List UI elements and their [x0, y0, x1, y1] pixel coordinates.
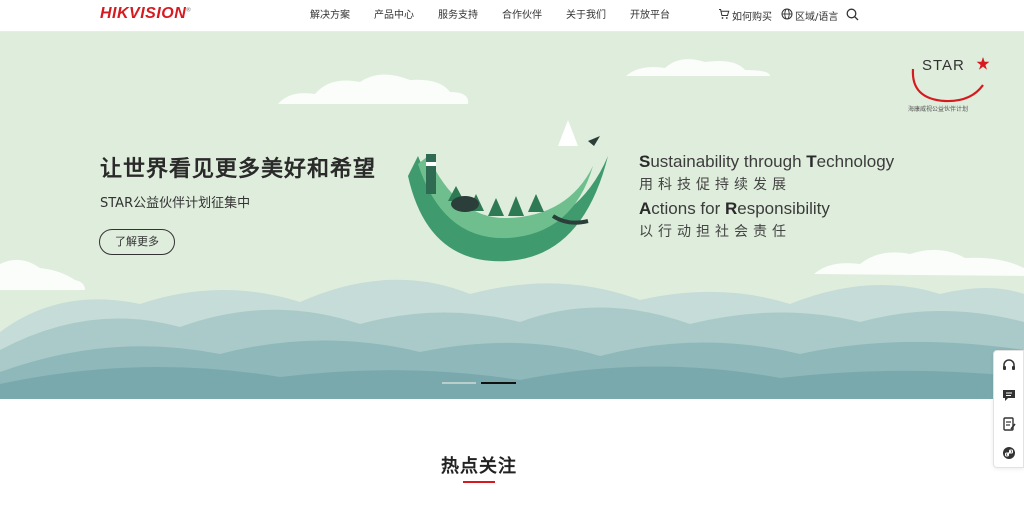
responsibility-slogan-cn: 以行动担社会责任 — [639, 224, 791, 240]
hero-title: 让世界看见更多美好和希望 — [100, 157, 377, 182]
hikvision-logo[interactable]: HIKVISION® — [100, 5, 191, 23]
form-icon — [1003, 417, 1016, 431]
message-button[interactable] — [1001, 387, 1017, 403]
star-logo-text: STAR — [922, 57, 965, 74]
learn-more-button[interactable]: 了解更多 — [99, 229, 175, 255]
nav-products[interactable]: 产品中心 — [374, 0, 414, 31]
headset-icon — [1003, 359, 1015, 370]
globe-icon — [781, 8, 793, 23]
registered-mark: ® — [186, 7, 192, 14]
how-to-buy-link[interactable]: 如何购买 — [718, 0, 772, 31]
section-title-underline — [463, 481, 495, 483]
hot-topics-title: 热点关注 — [441, 456, 517, 477]
link-button[interactable] — [1001, 445, 1017, 461]
nav-solutions[interactable]: 解决方案 — [310, 0, 350, 31]
region-language-label: 区域/语言 — [795, 12, 839, 23]
customer-service-button[interactable] — [1001, 358, 1017, 374]
chat-icon — [1003, 390, 1015, 401]
star-logo-subtitle: 海康威视公益伙伴计划 — [908, 106, 969, 113]
responsibility-slogan: Actions for Responsibility — [639, 199, 830, 218]
feedback-form-button[interactable] — [1001, 416, 1017, 432]
nav-partners[interactable]: 合作伙伴 — [502, 0, 542, 31]
hero-subtitle: STAR公益伙伴计划征集中 — [100, 196, 251, 211]
region-language-selector[interactable]: 区域/语言 — [781, 0, 838, 31]
hero-banner[interactable]: 让世界看见更多美好和希望 STAR公益伙伴计划征集中 了解更多 Sustaina… — [0, 32, 1024, 399]
nav-about-us[interactable]: 关于我们 — [566, 0, 606, 31]
floating-toolbar — [993, 350, 1024, 468]
sustainability-slogan-cn: 用科技促持续发展 — [639, 177, 791, 193]
nav-open-platform[interactable]: 开放平台 — [630, 0, 670, 31]
carousel-dot-1[interactable] — [442, 382, 476, 384]
top-header: HIKVISION® 解决方案 产品中心 服务支持 合作伙伴 关于我们 开放平台… — [0, 0, 1024, 32]
search-button[interactable] — [846, 0, 859, 31]
search-icon — [846, 8, 859, 24]
nav-service-support[interactable]: 服务支持 — [438, 0, 478, 31]
sustainability-slogan: Sustainability through Technology — [639, 152, 895, 171]
carousel-dot-2-active[interactable] — [481, 382, 516, 384]
cart-icon — [718, 8, 730, 23]
green-planet-illustration — [408, 120, 608, 262]
how-to-buy-label: 如何购买 — [732, 12, 772, 23]
main-nav: 解决方案 产品中心 服务支持 合作伙伴 关于我们 开放平台 — [300, 0, 694, 31]
link-icon — [1003, 447, 1015, 459]
logo-text: HIKVISION — [100, 5, 187, 22]
